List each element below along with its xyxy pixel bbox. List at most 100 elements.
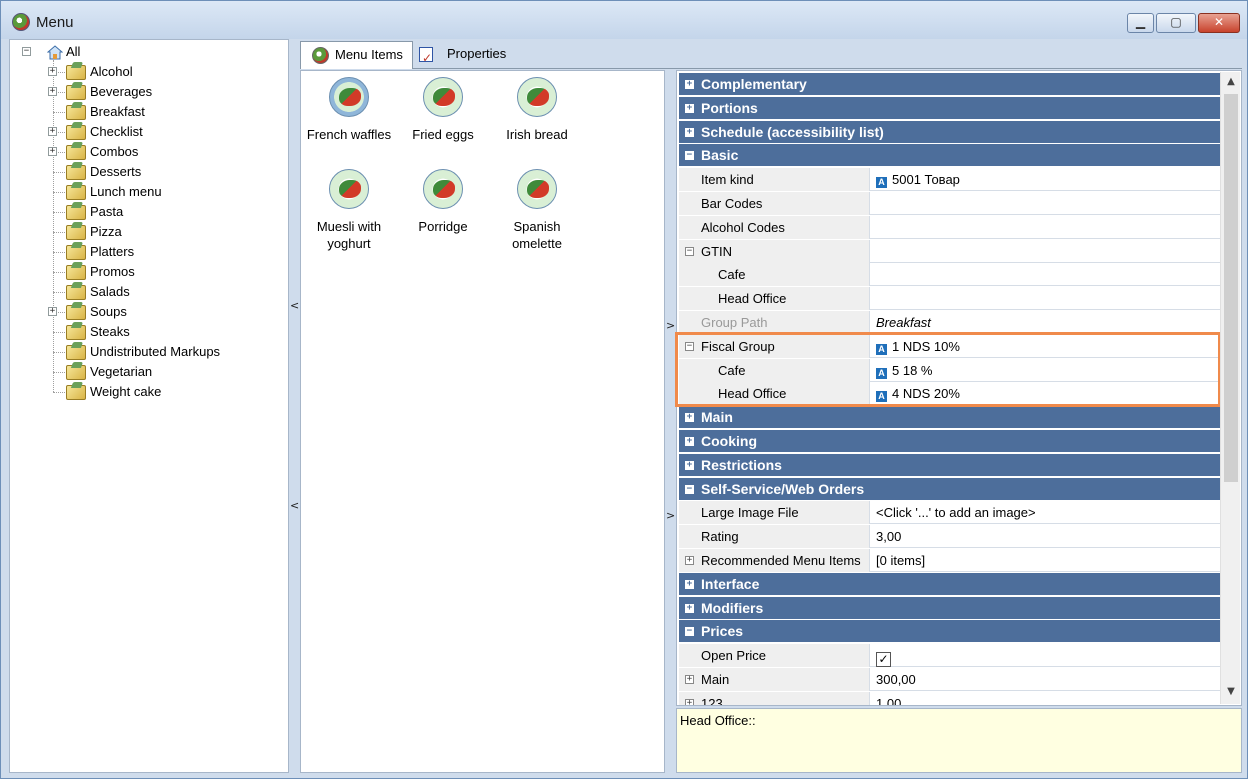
property-grid-scrollbar[interactable]: ▲ ▼ (1220, 72, 1240, 704)
tab-properties[interactable]: Properties (413, 41, 533, 71)
property-row[interactable]: − Fiscal Group A 1 NDS 10% (679, 334, 1221, 358)
tree-item[interactable]: + Beverages (10, 82, 280, 102)
tree-item[interactable]: Pasta (10, 202, 280, 222)
property-value-cell[interactable] (873, 287, 1221, 310)
expand-icon[interactable]: + (685, 103, 694, 113)
tree-item[interactable]: Vegetarian (10, 362, 280, 382)
property-row[interactable]: Cafe A 5 18 % (679, 358, 1221, 382)
category-row[interactable]: + Modifiers (679, 596, 1221, 620)
expand-icon[interactable]: + (48, 307, 57, 316)
property-row[interactable]: Open Price ✓ (679, 644, 1221, 668)
tree-item[interactable]: + Combos (10, 142, 280, 162)
property-value-cell[interactable]: A 4 NDS 20% (873, 382, 1221, 405)
expand-icon[interactable]: + (48, 67, 57, 76)
expand-icon[interactable]: + (685, 437, 694, 446)
property-row[interactable]: Bar Codes (679, 192, 1221, 215)
property-row[interactable]: Large Image File <Click '...' to add an i… (679, 501, 1221, 525)
expand-icon[interactable]: + (685, 698, 694, 705)
expand-icon[interactable]: + (685, 675, 694, 684)
maximize-button[interactable]: ▢ (1156, 13, 1196, 33)
property-value-cell[interactable]: 300,00 (873, 668, 1221, 691)
property-value-cell[interactable] (873, 240, 1221, 263)
category-row[interactable]: + Interface (679, 572, 1221, 596)
category-row[interactable]: − Self-Service/Web Orders (679, 477, 1221, 501)
property-value-cell[interactable]: A 5001 Товар (873, 168, 1221, 191)
category-row[interactable]: + Restrictions (679, 453, 1221, 477)
expand-icon[interactable]: + (48, 127, 57, 136)
property-row[interactable]: + Recommended Menu Items [0 items] (679, 549, 1221, 572)
menu-item-tile[interactable]: Fried eggs (395, 77, 491, 143)
expand-icon[interactable]: + (685, 460, 694, 470)
expand-icon[interactable]: + (685, 127, 694, 137)
menu-item-tile[interactable]: Spanish omelette (489, 169, 585, 252)
collapse-left-arrow-lower[interactable]: < (290, 499, 299, 512)
expand-icon[interactable]: + (48, 147, 57, 156)
property-value-cell[interactable]: 3,00 (873, 525, 1221, 548)
collapse-icon[interactable]: − (685, 151, 694, 161)
tree-item[interactable]: Platters (10, 242, 280, 262)
tree-item[interactable]: Undistributed Markups (10, 342, 280, 362)
property-value-cell[interactable] (873, 216, 1221, 239)
tree-item[interactable]: Breakfast (10, 102, 280, 122)
scroll-down-icon[interactable]: ▼ (1224, 686, 1238, 697)
property-value-cell[interactable]: 1,00 (873, 692, 1221, 705)
tree-item[interactable]: Lunch menu (10, 182, 280, 202)
tree-item[interactable]: Weight cake (10, 382, 280, 402)
property-row[interactable]: +123 1,00 (679, 691, 1221, 705)
property-row[interactable]: Head Office (679, 287, 1221, 311)
tree-item[interactable]: Steaks (10, 322, 280, 342)
property-value-cell[interactable]: A 1 NDS 10% (873, 335, 1221, 358)
tree-root-all[interactable]: − All (10, 42, 280, 62)
category-row[interactable]: + Complementary (679, 73, 1221, 96)
category-row[interactable]: + Main (679, 406, 1221, 430)
menu-item-tile[interactable]: Irish bread (489, 77, 585, 143)
expand-icon[interactable]: + (48, 87, 57, 96)
property-row[interactable]: Rating 3,00 (679, 525, 1221, 549)
collapse-icon[interactable]: − (685, 341, 694, 351)
category-row[interactable]: − Basic (679, 144, 1221, 168)
property-row[interactable]: Alcohol Codes (679, 215, 1221, 239)
minimize-button[interactable]: ▁ (1127, 13, 1154, 33)
scroll-thumb[interactable] (1224, 94, 1238, 482)
expand-icon[interactable]: + (685, 556, 694, 565)
expand-icon[interactable]: + (685, 579, 694, 589)
expand-icon[interactable]: + (685, 80, 694, 89)
collapse-icon[interactable]: − (685, 484, 694, 494)
expand-icon[interactable]: + (685, 413, 694, 423)
property-row[interactable]: Item kind A 5001 Товар (679, 168, 1221, 192)
tab-menu-items[interactable]: Menu Items (300, 41, 413, 69)
property-value-cell[interactable]: <Click '...' to add an image> (873, 501, 1221, 524)
property-row[interactable]: Head Office A 4 NDS 20% (679, 382, 1221, 406)
tree-item[interactable]: + Soups (10, 302, 280, 322)
property-value-cell[interactable] (873, 192, 1221, 215)
property-value-cell[interactable]: Breakfast (873, 311, 1221, 334)
expand-right-arrow[interactable]: > (666, 319, 675, 332)
menu-item-tile[interactable]: Porridge (395, 169, 491, 235)
menu-item-tile[interactable]: French waffles (301, 77, 397, 143)
tree-item[interactable]: Promos (10, 262, 280, 282)
category-row[interactable]: − Prices (679, 620, 1221, 644)
tree-item[interactable]: Salads (10, 282, 280, 302)
category-row[interactable]: + Portions (679, 96, 1221, 120)
collapse-icon[interactable]: − (685, 246, 694, 256)
category-row[interactable]: + Cooking (679, 430, 1221, 453)
collapse-left-arrow[interactable]: < (290, 299, 299, 312)
expand-icon[interactable]: + (685, 603, 694, 613)
property-value-cell[interactable]: A 5 18 % (873, 359, 1221, 382)
property-row[interactable]: + Main 300,00 (679, 668, 1221, 691)
tree-item[interactable]: Pizza (10, 222, 280, 242)
property-value-cell[interactable]: ✓ (873, 644, 1221, 668)
expand-right-arrow-lower[interactable]: > (666, 509, 675, 522)
tree-item[interactable]: + Alcohol (10, 62, 280, 82)
property-value-cell[interactable]: [0 items] (873, 549, 1221, 572)
collapse-icon[interactable]: − (22, 47, 31, 56)
property-row[interactable]: Group Path Breakfast (679, 311, 1221, 334)
close-button[interactable]: ✕ (1198, 13, 1240, 33)
category-row[interactable]: + Schedule (accessibility list) (679, 120, 1221, 144)
collapse-icon[interactable]: − (685, 627, 694, 637)
property-row[interactable]: − GTIN (679, 239, 1221, 263)
property-value-cell[interactable] (873, 263, 1221, 286)
tree-item[interactable]: + Checklist (10, 122, 280, 142)
scroll-up-icon[interactable]: ▲ (1224, 76, 1238, 87)
tree-item[interactable]: Desserts (10, 162, 280, 182)
